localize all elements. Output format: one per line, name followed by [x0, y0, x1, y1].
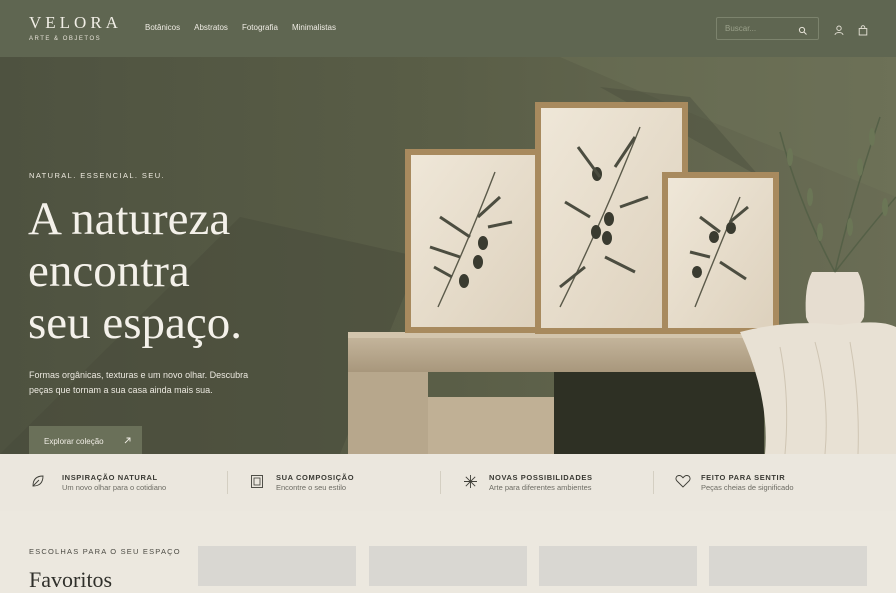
- brand-name: VELORA: [29, 13, 122, 32]
- brand-tagline: ARTE & OBJETOS: [29, 36, 102, 42]
- user-icon[interactable]: [834, 23, 844, 41]
- feature-item: SUA COMPOSIÇÃO Encontre o seu estilo: [213, 454, 426, 511]
- search-box: [716, 17, 819, 40]
- feature-subtitle: Peças cheias de significado: [701, 483, 794, 492]
- nav-item-minimalistas[interactable]: Minimalistas: [292, 23, 336, 32]
- feature-item: NOVAS POSSIBILIDADES Arte para diferente…: [426, 454, 639, 511]
- section-label: ESCOLHAS PARA O SEU ESPAÇO: [29, 547, 181, 556]
- brand-logo[interactable]: VELORA ARTE & OBJETOS: [29, 13, 122, 43]
- divider: [653, 471, 654, 494]
- frame-icon: [250, 474, 264, 494]
- heart-icon: [675, 474, 691, 493]
- leaf-icon: [31, 474, 45, 493]
- nav-item-fotografia[interactable]: Fotografia: [242, 23, 278, 32]
- nav-item-botanicos[interactable]: Botânicos: [145, 23, 180, 32]
- section-heading: Favoritos: [29, 567, 113, 592]
- bag-icon[interactable]: [858, 23, 868, 41]
- site-header: VELORA ARTE & OBJETOS Botânicos Abstrato…: [0, 0, 896, 57]
- search-input[interactable]: [717, 18, 797, 39]
- feature-subtitle: Encontre o seu estilo: [276, 483, 347, 492]
- main-nav: Botânicos Abstratos Fotografia Minimalis…: [145, 23, 336, 32]
- feature-subtitle: Arte para diferentes ambientes: [489, 483, 592, 492]
- feature-item: INSPIRAÇÃO NATURAL Um novo olhar para o …: [0, 454, 213, 511]
- product-card[interactable]: [539, 546, 697, 586]
- sparkle-icon: [463, 474, 478, 494]
- product-card[interactable]: [709, 546, 867, 586]
- feature-item: FEITO PARA SENTIR Peças cheias de signif…: [639, 454, 852, 511]
- feature-title: NOVAS POSSIBILIDADES: [489, 473, 593, 482]
- feature-title: INSPIRAÇÃO NATURAL: [62, 473, 158, 482]
- nav-item-abstratos[interactable]: Abstratos: [194, 23, 228, 32]
- product-card[interactable]: [369, 546, 527, 586]
- feature-subtitle: Um novo olhar para o cotidiano: [62, 483, 167, 492]
- feature-title: SUA COMPOSIÇÃO: [276, 473, 355, 482]
- product-card[interactable]: [198, 546, 356, 586]
- collection-section: ESCOLHAS PARA O SEU ESPAÇO Favoritos: [0, 511, 896, 592]
- divider: [440, 471, 441, 494]
- feature-strip: INSPIRAÇÃO NATURAL Um novo olhar para o …: [0, 454, 896, 511]
- divider: [227, 471, 228, 494]
- feature-title: FEITO PARA SENTIR: [701, 473, 786, 482]
- search-icon[interactable]: [798, 23, 808, 41]
